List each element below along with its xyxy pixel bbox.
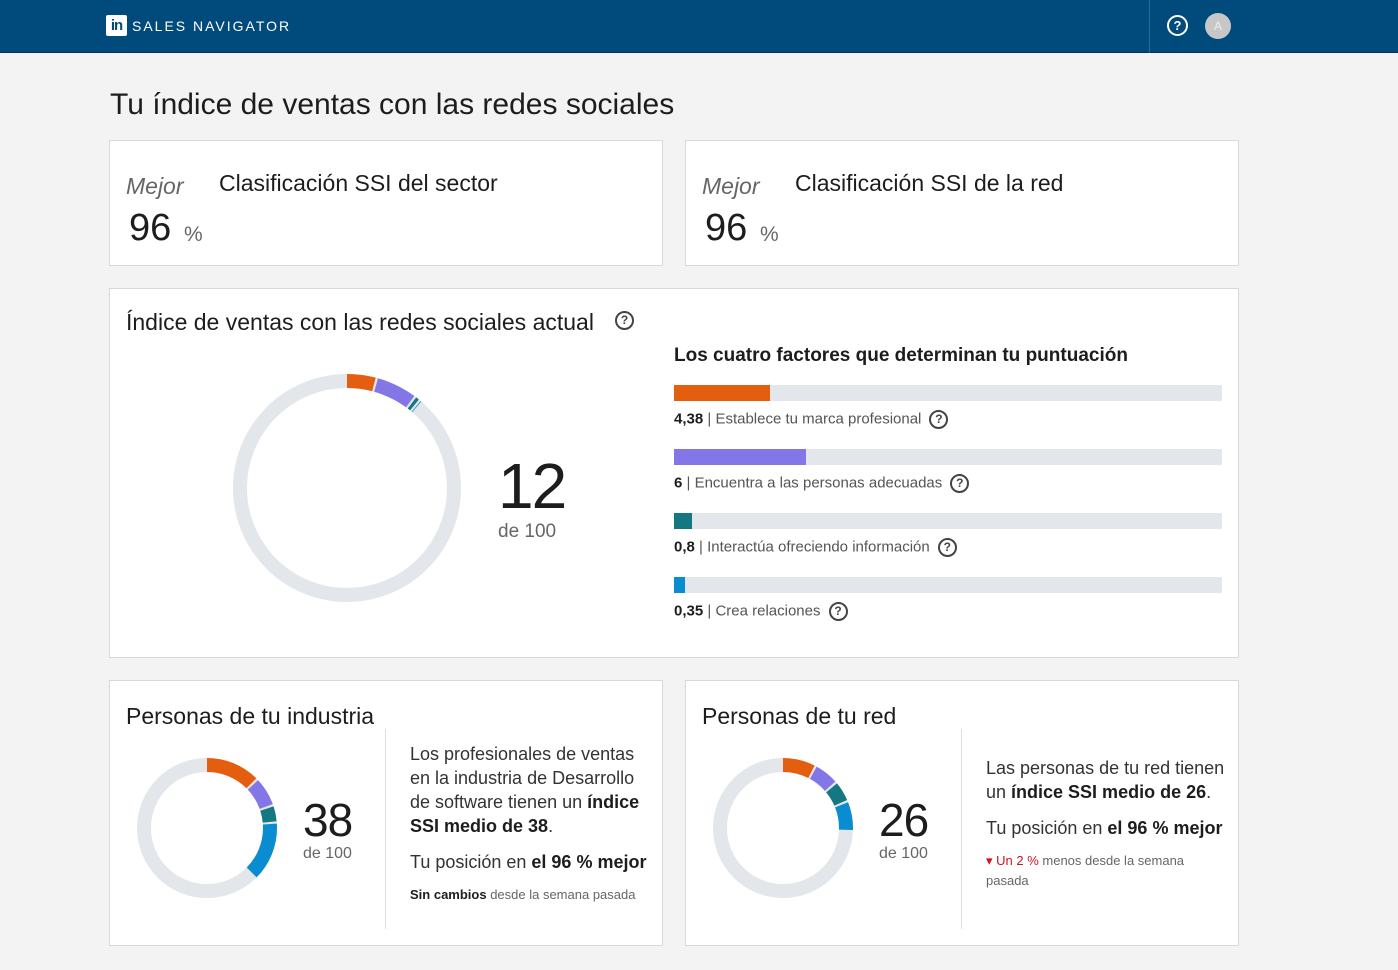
- help-icon[interactable]: ?: [950, 474, 970, 493]
- factor-bar-brand: [674, 385, 1222, 401]
- industry-change: Sin cambios desde la semana pasada: [410, 887, 636, 902]
- header-divider: [1149, 0, 1150, 53]
- current-score-sub: de 100: [498, 521, 557, 542]
- network-score: 26: [879, 794, 929, 846]
- factor-value: 0,8: [674, 538, 695, 556]
- ring-track: [233, 374, 461, 602]
- network-title: Personas de tu red: [702, 703, 897, 729]
- network-description: Las personas de tu red tienen un índice …: [986, 758, 1225, 802]
- linkedin-logo-icon[interactable]: in: [106, 15, 127, 36]
- help-icon[interactable]: ?: [937, 538, 957, 557]
- industry-score: 38: [303, 794, 353, 846]
- current-score: 12: [498, 450, 567, 522]
- current-ssi-title: Índice de ventas con las redes sociales …: [126, 309, 594, 335]
- network-card: Personas de tu red 26 de 100 Las persona…: [685, 680, 1239, 946]
- industry-rank-card: Mejor 96 % Clasificación SSI del sector: [109, 140, 663, 266]
- rank-unit: %: [760, 223, 779, 246]
- brand-name[interactable]: SALES NAVIGATOR: [132, 17, 291, 35]
- industry-score-sub: de 100: [303, 845, 352, 862]
- industry-card: Personas de tu industria 38 de 100 Los p…: [109, 680, 663, 946]
- rank-title: Clasificación SSI de la red: [795, 170, 1064, 196]
- factor-fill: [674, 385, 770, 401]
- factor-bar-people: [674, 449, 1222, 465]
- industry-title: Personas de tu industria: [126, 703, 375, 729]
- factor-label-relationships: 0,35 | Crea relaciones?: [674, 602, 848, 621]
- rank-prefix: Mejor: [126, 173, 184, 199]
- factor-label-brand: 4,38 | Establece tu marca profesional?: [674, 410, 949, 429]
- top-navigation-bar: in SALES NAVIGATOR ? A: [0, 0, 1398, 53]
- factor-label-people: 6 | Encuentra a las personas adecuadas?: [674, 474, 970, 493]
- divider: [385, 729, 386, 929]
- factor-text: | Interactúa ofreciendo información: [699, 538, 930, 556]
- current-ssi-ring: [233, 374, 461, 602]
- factor-value: 4,38: [674, 410, 704, 428]
- network-position: Tu posición en el 96 % mejor: [986, 818, 1223, 838]
- factor-fill: [674, 449, 806, 465]
- current-ssi-card: Índice de ventas con las redes sociales …: [109, 288, 1239, 658]
- factor-label-insights: 0,8 | Interactúa ofreciendo información?: [674, 538, 957, 557]
- factor-fill: [674, 577, 685, 593]
- factors-title: Los cuatro factores que determinan tu pu…: [674, 345, 1128, 366]
- page-title: Tu índice de ventas con las redes social…: [110, 88, 675, 121]
- industry-description: Los profesionales de ventas en la indust…: [410, 744, 640, 836]
- factor-value: 0,35: [674, 602, 704, 620]
- help-icon[interactable]: ?: [929, 410, 949, 429]
- avatar[interactable]: A: [1205, 13, 1231, 39]
- help-icon[interactable]: ?: [1167, 15, 1188, 36]
- factor-text: | Establece tu marca profesional: [707, 410, 922, 428]
- network-score-sub: de 100: [879, 845, 928, 862]
- industry-position: Tu posición en el 96 % mejor: [410, 852, 647, 872]
- factor-text: | Encuentra a las personas adecuadas: [686, 474, 943, 492]
- rank-prefix: Mejor: [702, 173, 760, 199]
- network-change: ▾ Un 2 % menos desde la semana pasada: [986, 853, 1185, 888]
- factor-value: 6: [674, 474, 683, 492]
- rank-unit: %: [184, 223, 203, 246]
- rank-value: 96: [705, 207, 748, 249]
- factor-bar-insights: [674, 513, 1222, 529]
- help-icon[interactable]: ?: [828, 602, 848, 621]
- network-rank-card: Mejor 96 % Clasificación SSI de la red: [685, 140, 1239, 266]
- rank-value: 96: [129, 207, 172, 249]
- factor-fill: [674, 513, 692, 529]
- network-ring: [713, 758, 853, 898]
- industry-ring: [137, 758, 277, 898]
- help-icon[interactable]: ?: [615, 311, 634, 330]
- rank-title: Clasificación SSI del sector: [219, 170, 498, 196]
- factor-bar-relationships: [674, 577, 1222, 593]
- factor-text: | Crea relaciones: [707, 602, 821, 620]
- divider: [961, 729, 962, 929]
